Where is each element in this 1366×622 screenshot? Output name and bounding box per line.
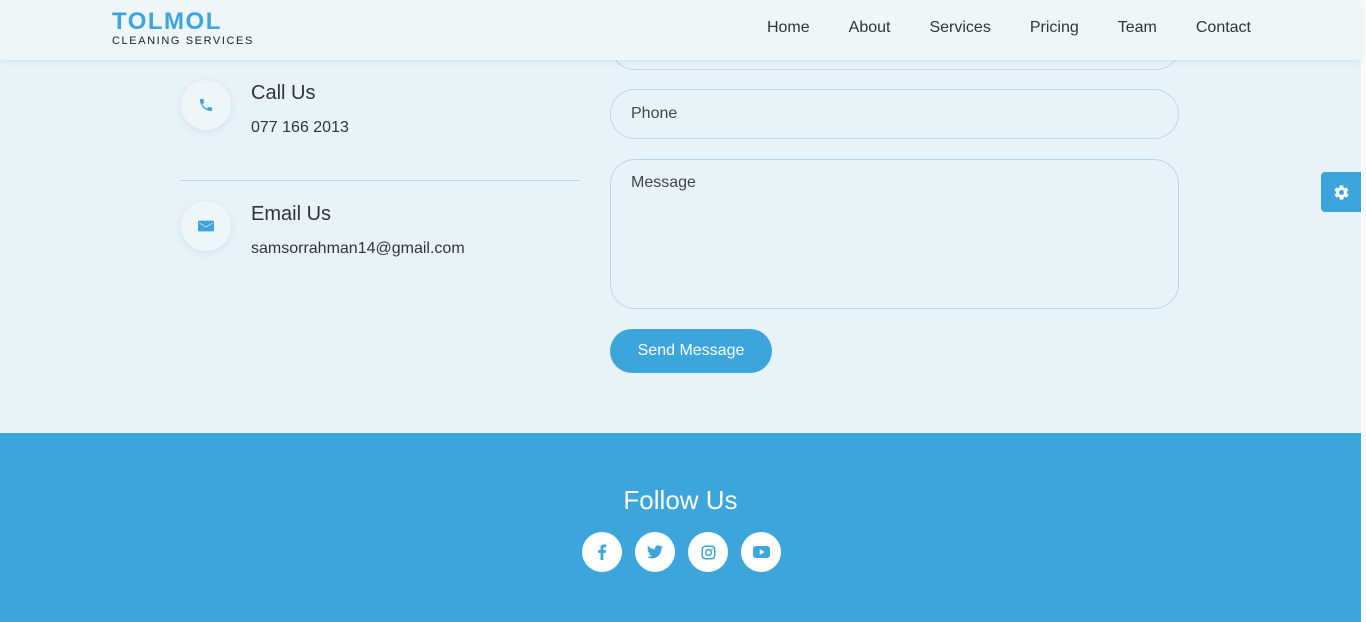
gear-icon [1334, 184, 1348, 200]
site-header: TOLMOL CLEANING SERVICES Home About Serv… [0, 0, 1361, 60]
divider [181, 180, 580, 181]
call-us-title: Call Us [251, 82, 316, 104]
main-nav: Home About Services Pricing Team Contact [728, 18, 1251, 38]
phone-icon [181, 80, 231, 130]
nav-home[interactable]: Home [767, 18, 810, 38]
nav-contact[interactable]: Contact [1196, 18, 1251, 38]
nav-pricing[interactable]: Pricing [1030, 18, 1079, 38]
email-address: samsorrahman14@gmail.com [251, 240, 465, 257]
phone-input[interactable] [610, 89, 1179, 139]
instagram-icon[interactable] [688, 532, 728, 572]
send-message-button[interactable]: Send Message [610, 329, 772, 373]
facebook-icon[interactable] [582, 532, 622, 572]
logo-subtitle: CLEANING SERVICES [112, 35, 254, 47]
twitter-icon[interactable] [635, 532, 675, 572]
settings-button[interactable] [1321, 172, 1361, 212]
envelope-icon [181, 201, 231, 251]
phone-number: 077 166 2013 [251, 119, 349, 136]
logo-title: TOLMOL [112, 8, 222, 35]
logo[interactable]: TOLMOL CLEANING SERVICES [112, 8, 254, 48]
footer: Follow Us [0, 433, 1361, 622]
nav-services[interactable]: Services [929, 18, 990, 38]
scrollbar[interactable] [1361, 0, 1366, 622]
nav-team[interactable]: Team [1118, 18, 1157, 38]
nav-about[interactable]: About [849, 18, 891, 38]
email-us-title: Email Us [251, 203, 332, 225]
follow-us-title: Follow Us [623, 485, 738, 515]
social-links [582, 532, 794, 572]
message-input[interactable] [610, 159, 1179, 309]
youtube-icon[interactable] [741, 532, 781, 572]
